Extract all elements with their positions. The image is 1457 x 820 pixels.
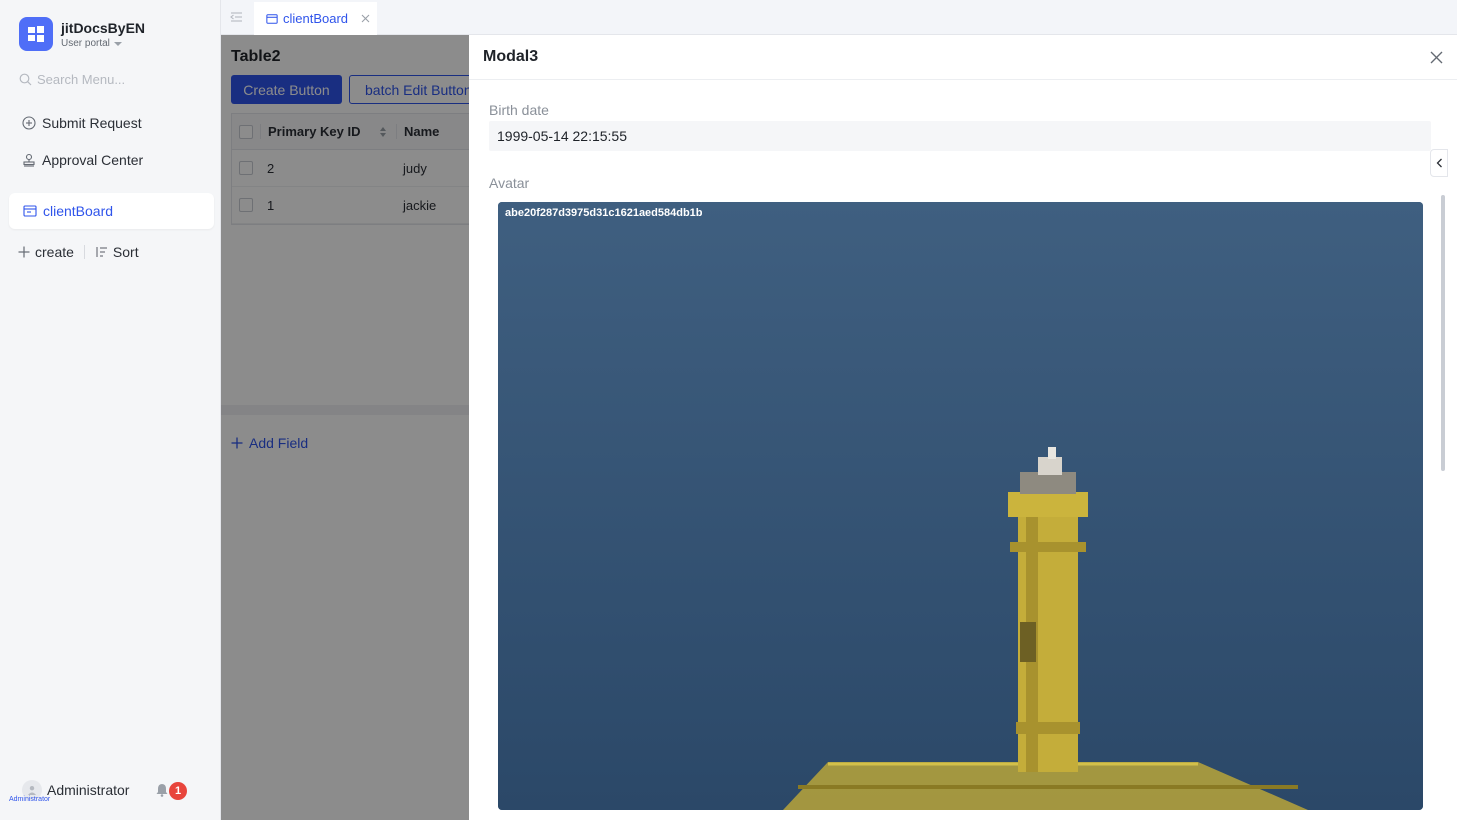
offshore-platform-photo	[498, 202, 1423, 810]
sort-label: Sort	[112, 244, 139, 260]
birth-date-value: 1999-05-14 22:15:55	[489, 121, 1431, 151]
avatar-label: Avatar	[489, 175, 530, 191]
menu-search[interactable]: Search Menu...	[19, 72, 125, 87]
collapse-sidebar-icon[interactable]	[230, 10, 243, 28]
sidebar: jitDocsByEN User portal Search Menu... S…	[0, 0, 221, 820]
sort-button[interactable]: Sort	[95, 244, 139, 260]
sidebar-item-label: Submit Request	[42, 115, 142, 131]
create-label: create	[35, 244, 74, 260]
close-icon[interactable]	[1430, 51, 1443, 64]
sidebar-item-approval-center[interactable]: Approval Center	[22, 152, 143, 168]
user-icon	[28, 786, 36, 795]
divider	[83, 245, 85, 259]
stamp-icon	[23, 153, 35, 167]
avatar-caption: Administrator	[9, 796, 51, 803]
sidebar-item-label: clientBoard	[43, 203, 114, 219]
tab-bar: clientBoard	[221, 0, 1457, 35]
modal-title: Modal3	[483, 48, 539, 65]
caret-down-icon	[113, 41, 122, 46]
portal-label: User portal	[61, 38, 110, 49]
notification-badge: 1	[169, 782, 187, 800]
chevron-left-icon[interactable]	[1430, 149, 1448, 177]
create-button[interactable]: create	[18, 244, 74, 260]
plus-circle-icon	[22, 116, 36, 130]
user-name: Administrator	[47, 782, 130, 798]
avatar-filename: abe20f287d3975d31c1621aed584db1b	[505, 207, 703, 219]
app-name: jitDocsByEN	[61, 20, 146, 36]
notification-bell-icon[interactable]	[156, 783, 168, 802]
board-icon	[266, 13, 278, 24]
modal-header: Modal3	[469, 35, 1457, 80]
birth-date-label: Birth date	[489, 102, 549, 118]
modal-mask[interactable]	[221, 35, 469, 820]
tab-label: clientBoard	[283, 11, 349, 26]
portal-switcher[interactable]: User portal	[61, 38, 145, 49]
sidebar-actions: create Sort	[18, 244, 139, 260]
avatar-image[interactable]: abe20f287d3975d31c1621aed584db1b	[498, 202, 1423, 810]
search-placeholder: Search Menu...	[37, 72, 126, 87]
sort-icon	[96, 247, 107, 257]
close-tab-icon[interactable]	[361, 14, 370, 23]
sidebar-item-label: Approval Center	[42, 152, 144, 168]
sidebar-item-clientboard[interactable]: clientBoard	[9, 193, 214, 229]
modal-drawer: Modal3 Birth date 1999-05-14 22:15:55 Av…	[469, 35, 1457, 820]
search-icon	[19, 73, 32, 86]
plus-icon	[18, 246, 30, 258]
board-icon	[23, 205, 37, 217]
app-logo-icon	[19, 17, 53, 51]
scrollbar[interactable]	[1441, 195, 1445, 471]
sidebar-item-submit-request[interactable]: Submit Request	[22, 115, 142, 131]
app-brand[interactable]: jitDocsByEN User portal	[19, 17, 145, 51]
tab-clientboard[interactable]: clientBoard	[254, 2, 377, 35]
